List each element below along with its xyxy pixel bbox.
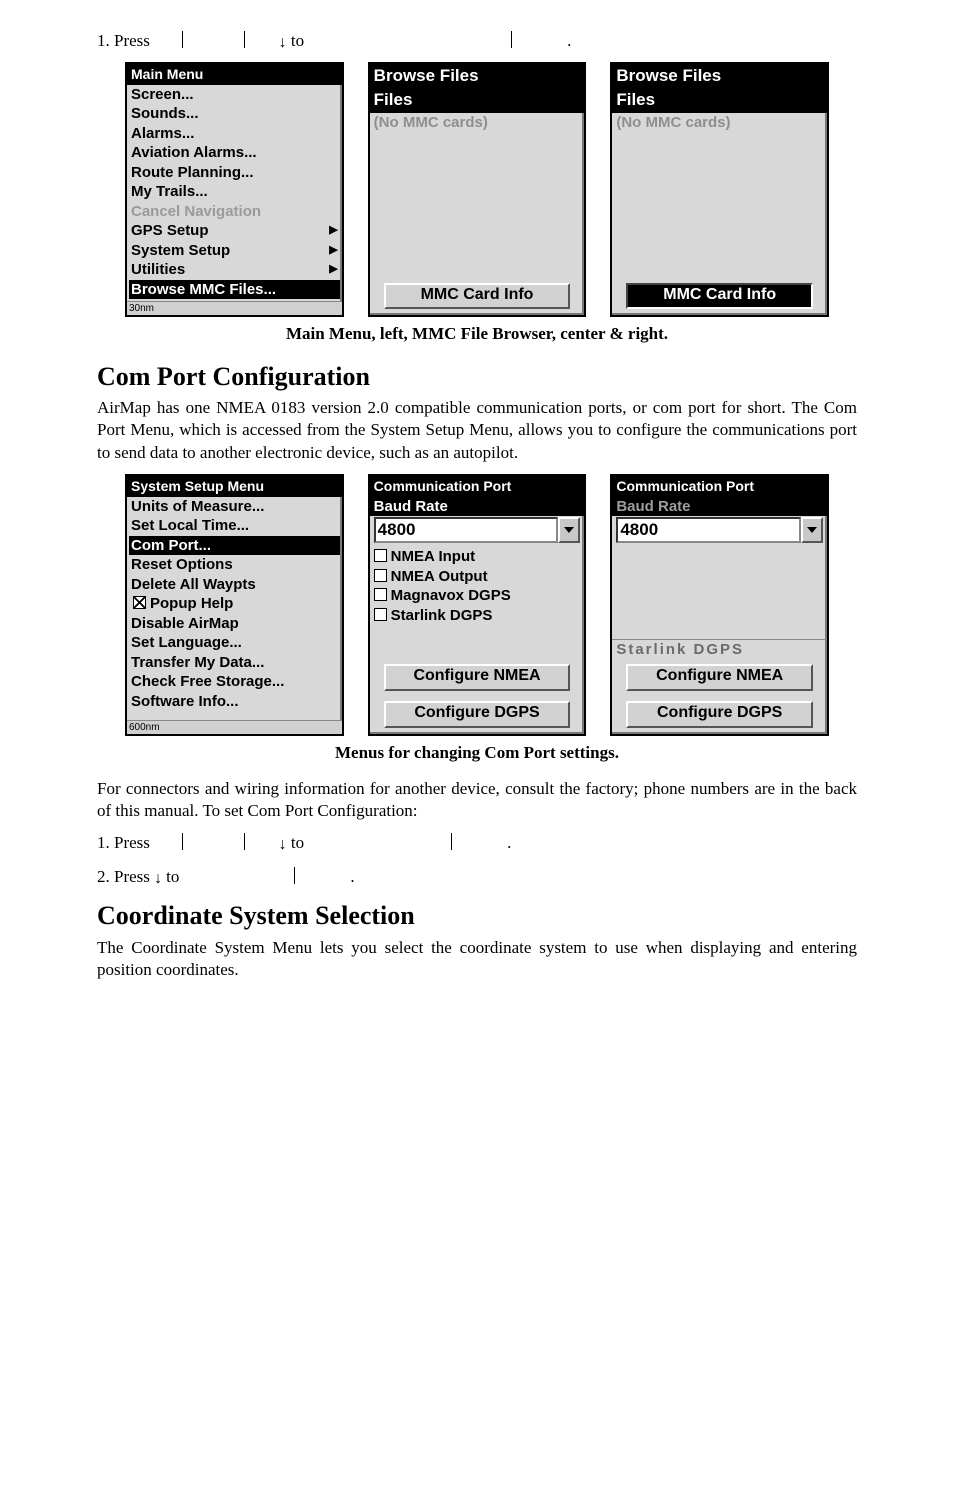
down-arrow-icon: ↓ [154,870,166,887]
baud-rate-combo[interactable]: 4800 [374,517,581,543]
step-dot: . [350,867,354,886]
section-body: AirMap has one NMEA 0183 version 2.0 com… [97,397,857,463]
step-word: to [166,867,179,886]
mmc-card-info-button[interactable]: MMC Card Info [384,283,571,310]
step-sep [451,833,453,850]
status-bar: 30nm [127,301,342,315]
panel-title: Browse Files [370,64,585,89]
system-setup-item[interactable]: Com Port... [129,536,340,556]
screenshot-row-1: Main Menu Screen...Sounds...Alarms...Avi… [125,62,829,318]
screenshot-row-2: System Setup Menu Units of Measure...Set… [125,474,829,736]
main-menu-item[interactable]: System Setup▶ [129,241,340,261]
step-num: 1. Press [97,31,150,50]
body-paragraph: For connectors and wiring information fo… [97,778,857,822]
no-mmc-text: (No MMC cards) [612,113,827,133]
comport-checkbox[interactable]: Magnavox DGPS [370,586,585,606]
main-menu-item[interactable]: My Trails... [129,182,340,202]
browse-files-panel: Browse Files Files (No MMC cards) MMC Ca… [368,62,587,318]
comport-checkbox[interactable]: NMEA Input [370,547,585,567]
browse-files-panel-selected: Browse Files Files (No MMC cards) MMC Ca… [610,62,829,318]
submenu-arrow-icon: ▶ [329,260,337,278]
system-setup-item[interactable]: Reset Options [129,555,340,575]
figure-caption: Menus for changing Com Port settings. [97,742,857,764]
step-sep [244,31,246,48]
panel-title: Communication Port [612,476,827,497]
main-menu-panel: Main Menu Screen...Sounds...Alarms...Avi… [125,62,344,318]
step-num: 2. Press [97,867,150,886]
step-sep [244,833,246,850]
down-arrow-icon: ↓ [279,836,287,853]
system-setup-item[interactable]: Check Free Storage... [129,672,340,692]
main-menu-item[interactable]: Utilities▶ [129,260,340,280]
baud-rate-value[interactable]: 4800 [616,517,801,543]
system-setup-item[interactable]: Units of Measure... [129,497,340,517]
system-setup-item[interactable]: Popup Help [129,594,340,614]
figure-caption: Main Menu, left, MMC File Browser, cente… [97,323,857,345]
system-setup-list: Units of Measure...Set Local Time...Com … [127,497,342,714]
files-group-header: Files [370,89,585,113]
submenu-arrow-icon: ▶ [329,221,337,239]
baud-rate-label: Baud Rate [370,497,585,517]
comport-panel-dropdown: Communication Port Baud Rate 4800 Starli… [610,474,829,736]
main-menu-item: Cancel Navigation [129,202,340,222]
system-setup-item[interactable]: Delete All Waypts [129,575,340,595]
system-setup-item[interactable]: Transfer My Data... [129,653,340,673]
step-num: 1. Press [97,833,150,852]
main-menu-list: Screen...Sounds...Alarms...Aviation Alar… [127,85,342,302]
partial-text: Starlink DGPS [612,639,827,660]
system-setup-item[interactable]: Disable AirMap [129,614,340,634]
comport-panel: Communication Port Baud Rate 4800 NMEA I… [368,474,587,736]
main-menu-item[interactable]: Browse MMC Files... [129,280,340,300]
comport-checkbox[interactable]: Starlink DGPS [370,606,585,626]
baud-rate-value[interactable]: 4800 [374,517,559,543]
system-setup-item[interactable]: Set Language... [129,633,340,653]
step-1-top: 1. Press ↓ to . [97,30,857,54]
step-sep [182,833,184,850]
step-sep [294,867,296,884]
step-dot: . [567,31,571,50]
configure-nmea-button[interactable]: Configure NMEA [626,664,813,691]
system-setup-item[interactable]: Software Info... [129,692,340,712]
panel-title: Main Menu [127,64,342,85]
section-heading-comport: Com Port Configuration [97,360,857,394]
section-body: The Coordinate System Menu lets you sele… [97,937,857,981]
panel-title: System Setup Menu [127,476,342,497]
step-word: to [291,31,304,50]
step-2-bottom: 2. Press ↓ to . [97,866,857,890]
chevron-down-icon[interactable] [558,517,580,543]
panel-title: Browse Files [612,64,827,89]
baud-rate-combo-open[interactable]: 4800 [616,517,823,543]
configure-nmea-button[interactable]: Configure NMEA [384,664,571,691]
status-bar: 600nm [127,720,342,734]
configure-dgps-button[interactable]: Configure DGPS [384,701,571,728]
step-sep [511,31,513,48]
configure-dgps-button[interactable]: Configure DGPS [626,701,813,728]
chevron-down-icon[interactable] [801,517,823,543]
section-heading-coord: Coordinate System Selection [97,899,857,933]
main-menu-item[interactable]: Screen... [129,85,340,105]
panel-title: Communication Port [370,476,585,497]
system-setup-item[interactable]: Set Local Time... [129,516,340,536]
step-sep [182,31,184,48]
system-setup-menu-panel: System Setup Menu Units of Measure...Set… [125,474,344,736]
main-menu-item[interactable]: Aviation Alarms... [129,143,340,163]
baud-rate-label-disabled: Baud Rate [612,497,827,517]
mmc-card-info-button[interactable]: MMC Card Info [626,283,813,310]
files-group-header: Files [612,89,827,113]
submenu-arrow-icon: ▶ [329,241,337,259]
step-1-bottom: 1. Press ↓ to . [97,832,857,856]
comport-checkbox[interactable]: NMEA Output [370,567,585,587]
main-menu-item[interactable]: Sounds... [129,104,340,124]
step-word: to [291,833,304,852]
main-menu-item[interactable]: GPS Setup▶ [129,221,340,241]
main-menu-item[interactable]: Route Planning... [129,163,340,183]
down-arrow-icon: ↓ [279,34,287,51]
no-mmc-text: (No MMC cards) [370,113,585,133]
main-menu-item[interactable]: Alarms... [129,124,340,144]
step-dot: . [507,833,511,852]
